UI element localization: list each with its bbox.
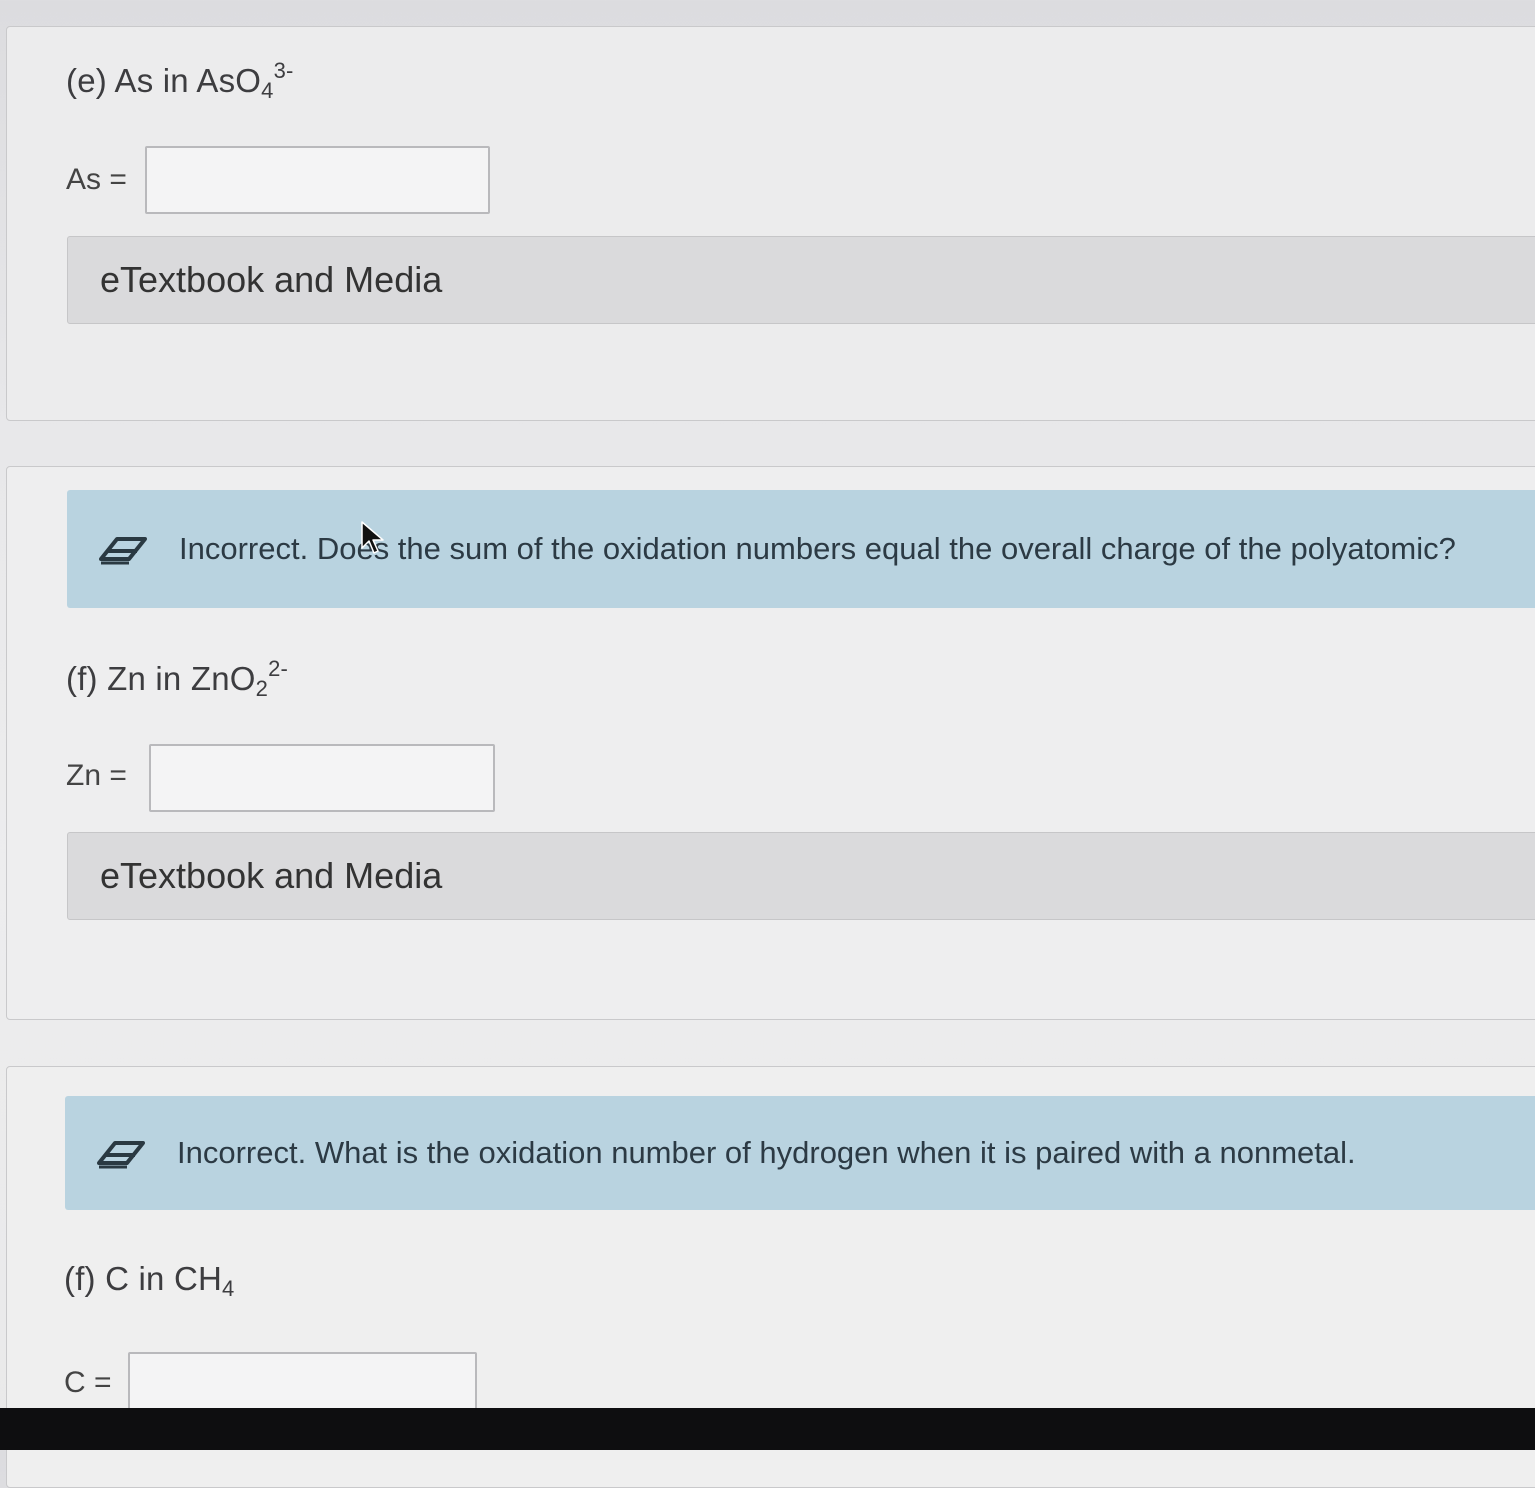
feedback-incorrect-c: Incorrect. What is the oxidation number … (65, 1096, 1535, 1210)
mouse-cursor-icon (361, 521, 384, 554)
eraser-icon (99, 537, 147, 565)
feedback-incorrect-zn: Incorrect. Does the sum of the oxidation… (67, 490, 1535, 608)
zn-field-label: Zn = (66, 759, 127, 792)
question-f-zn-title: (f) Zn in ZnO22- (66, 656, 289, 701)
eraser-icon (97, 1141, 145, 1169)
question-f-c-title: (f) C in CH4 (64, 1260, 235, 1301)
as-answer-input[interactable] (145, 146, 490, 214)
c-field-label: C = (64, 1366, 112, 1399)
etextbook-media-label: eTextbook and Media (100, 855, 443, 896)
question-e-title: (e) As in AsO43- (66, 58, 294, 103)
screen-bezel (0, 1408, 1535, 1450)
as-field-label: As = (66, 163, 127, 196)
etextbook-media-label: eTextbook and Media (100, 259, 443, 300)
etextbook-media-button-e[interactable]: eTextbook and Media (67, 236, 1535, 324)
etextbook-media-button-f[interactable]: eTextbook and Media (67, 832, 1535, 920)
feedback-text-c: Incorrect. What is the oxidation number … (177, 1135, 1356, 1170)
zn-answer-input[interactable] (149, 744, 495, 812)
